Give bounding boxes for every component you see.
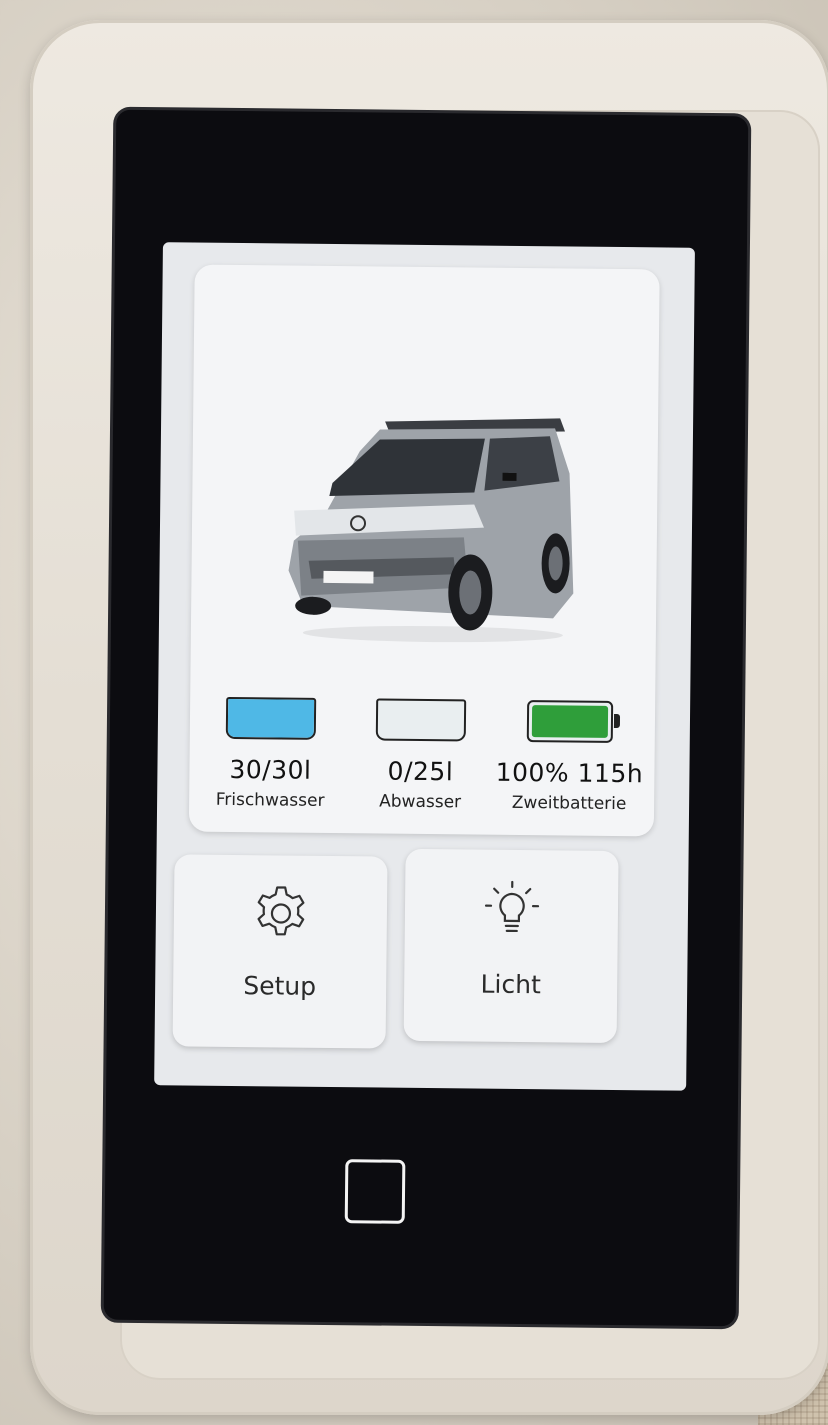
fresh-water-tank-icon — [225, 696, 317, 740]
touch-screen: 30/30l Frischwasser 0/25l Abwasser 100% … — [154, 242, 695, 1091]
licht-label: Licht — [480, 969, 542, 1000]
fresh-water-label: Frischwasser — [215, 789, 325, 811]
waste-water-level — [377, 738, 464, 740]
fresh-water-gauge: 30/30l Frischwasser — [195, 696, 346, 812]
battery-terminal — [613, 713, 621, 729]
fresh-water-level — [227, 698, 315, 738]
lightbulb-icon — [484, 880, 539, 933]
setup-button[interactable]: Setup — [172, 854, 388, 1049]
control-panel-device: 30/30l Frischwasser 0/25l Abwasser 100% … — [103, 109, 749, 1327]
battery-gauge: 100% 115h Zweitbatterie — [494, 700, 645, 815]
licht-button[interactable]: Licht — [403, 848, 619, 1044]
waste-water-gauge: 0/25l Abwasser — [345, 698, 496, 813]
home-button[interactable] — [344, 1159, 406, 1224]
battery-value: 100% 115h — [495, 757, 644, 789]
waste-water-label: Abwasser — [379, 791, 462, 813]
van-illustration — [288, 418, 574, 643]
battery-icon — [526, 700, 621, 743]
vehicle-status-card: 30/30l Frischwasser 0/25l Abwasser 100% … — [188, 264, 660, 837]
setup-label: Setup — [243, 971, 317, 1001]
waste-water-value: 0/25l — [387, 756, 454, 787]
gear-icon — [256, 886, 304, 936]
battery-label: Zweitbatterie — [511, 792, 627, 815]
battery-level — [531, 705, 609, 738]
status-gauges: 30/30l Frischwasser 0/25l Abwasser 100% … — [189, 696, 655, 832]
waste-water-tank-icon — [375, 698, 467, 742]
fresh-water-value: 30/30l — [229, 754, 312, 785]
